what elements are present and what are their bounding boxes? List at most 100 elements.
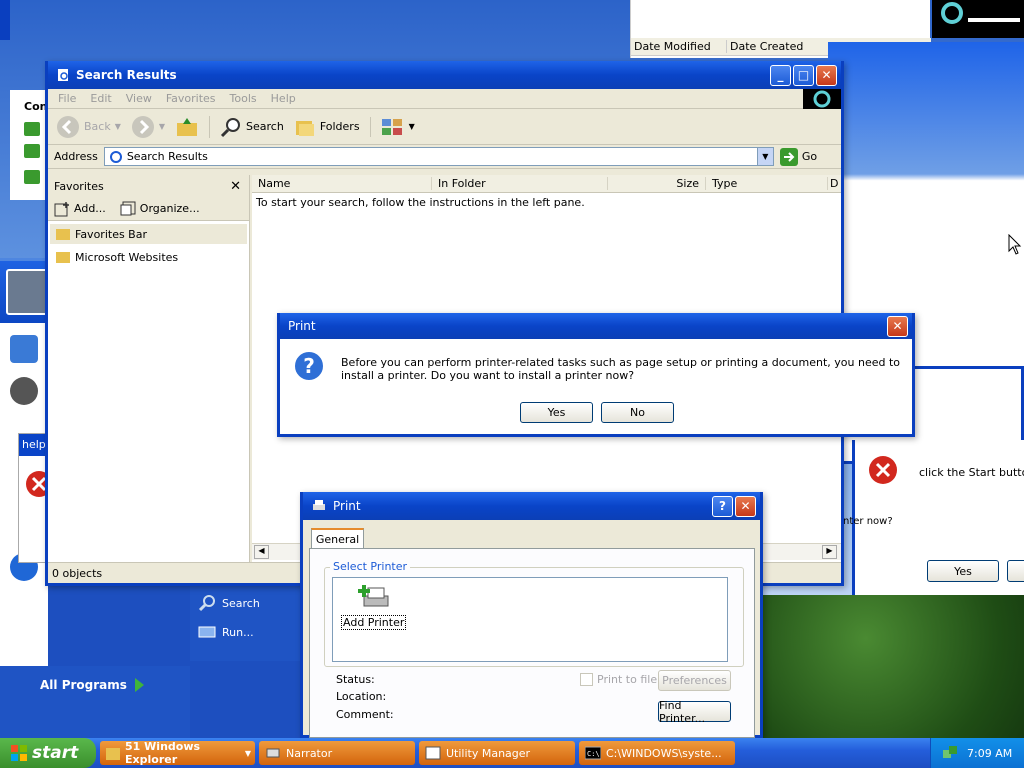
menu-tools[interactable]: Tools [230, 92, 257, 105]
explorer-title: Search Results [76, 68, 177, 82]
views-button[interactable]: ▼ [369, 116, 415, 137]
column-date-created[interactable]: Date Created [727, 40, 803, 53]
column-size[interactable]: Size [608, 177, 706, 190]
folder-up-icon [177, 117, 198, 136]
dropdown-arrow-icon[interactable]: ▼ [409, 122, 415, 131]
bg-con-label: Con [24, 100, 48, 113]
folder-icon [56, 252, 70, 263]
taskbar-item-command-prompt[interactable]: C:\ C:\WINDOWS\syste... [579, 741, 735, 765]
taskbar-item-narrator[interactable]: Narrator [259, 741, 415, 765]
dropdown-arrow-icon[interactable]: ▼ [159, 122, 165, 131]
program-icon[interactable] [10, 335, 38, 363]
no-button[interactable]: No [601, 402, 674, 423]
preferences-button[interactable]: Preferences [658, 670, 731, 691]
menu-view[interactable]: View [126, 92, 152, 105]
favorites-item[interactable]: Favorites Bar [50, 224, 247, 244]
add-favorite-icon [54, 201, 69, 216]
start-run-item[interactable]: Run... [198, 625, 254, 639]
folders-icon [295, 120, 314, 136]
go-button[interactable]: Go [779, 147, 817, 166]
column-in-folder[interactable]: In Folder [432, 177, 608, 190]
taskbar-item-windows-explorer[interactable]: 51 Windows Explorer ▼ [100, 740, 255, 766]
printer-icon [313, 500, 325, 510]
minimize-button[interactable]: _ [770, 64, 791, 86]
favorites-organize-button[interactable]: Organize... [120, 201, 200, 217]
add-printer-item[interactable]: Add Printer [341, 584, 407, 630]
address-input[interactable]: Search Results ▼ [103, 147, 774, 166]
print-to-file-label: Print to file [597, 673, 658, 686]
arrow-right-icon [134, 678, 144, 692]
close-button[interactable]: ✕ [816, 64, 837, 86]
close-icon[interactable]: ✕ [230, 179, 249, 194]
folders-button[interactable]: Folders [294, 116, 360, 138]
scroll-right-icon[interactable]: ▶ [822, 545, 837, 559]
address-label: Address [54, 150, 98, 163]
clock[interactable]: 7:09 AM [967, 747, 1012, 760]
start-search-item[interactable]: Search [198, 594, 260, 612]
favorites-item-label: Favorites Bar [75, 227, 147, 241]
printer-list[interactable]: Add Printer [332, 577, 728, 662]
run-icon [198, 626, 216, 638]
explorer-menubar: File Edit View Favorites Tools Help [48, 88, 841, 109]
all-programs-button[interactable]: All Programs [40, 677, 145, 693]
menu-edit[interactable]: Edit [90, 92, 111, 105]
favorites-add-button[interactable]: Add... [54, 201, 106, 217]
mouse-cursor-icon [1008, 234, 1022, 256]
network-icon[interactable] [941, 744, 959, 762]
bg-yes-button[interactable]: Yes [927, 560, 999, 582]
column-type[interactable]: Type [706, 177, 828, 190]
bg-black-panel [932, 0, 1024, 38]
column-name[interactable]: Name [252, 177, 432, 190]
forward-button[interactable]: ▼ [131, 115, 165, 139]
tab-general[interactable]: General [311, 528, 364, 548]
close-button[interactable]: ✕ [887, 315, 908, 337]
up-folder-button[interactable] [175, 116, 199, 138]
raccoon-icon[interactable] [10, 377, 38, 405]
find-printer-button[interactable]: Find Printer... [658, 699, 731, 725]
svg-text:C:\: C:\ [587, 750, 600, 758]
folder-icon [106, 748, 121, 760]
throbber-icon [941, 2, 1020, 24]
back-button[interactable]: Back ▼ [56, 115, 121, 139]
taskbar-item-label: Utility Manager [446, 746, 531, 760]
help-button[interactable]: ? [712, 495, 733, 517]
select-printer-label: Select Printer [330, 560, 411, 573]
taskbar-item-label: C:\WINDOWS\syste... [606, 746, 722, 760]
menu-help[interactable]: Help [271, 92, 296, 105]
print-dialog-titlebar[interactable]: Print ? ✕ [303, 492, 760, 520]
favorites-organize-label: Organize... [139, 202, 200, 215]
views-icon [381, 118, 402, 135]
yes-button[interactable]: Yes [520, 402, 593, 423]
taskbar-item-utility-manager[interactable]: Utility Manager [419, 741, 575, 765]
print-alert-body: ? Before you can perform printer-related… [280, 339, 912, 434]
favorites-item[interactable]: Microsoft Websites [50, 247, 247, 267]
start-button[interactable]: start [0, 738, 96, 768]
bg-error-dialog: click the Start button, a nter now? Yes [843, 440, 1024, 595]
print-alert-dialog: Print ✕ ? Before you can perform printer… [277, 313, 915, 437]
column-date[interactable]: D [828, 177, 838, 190]
favorites-toolbar: Add... Organize... [48, 197, 249, 221]
dropdown-arrow-icon[interactable]: ▼ [115, 122, 121, 131]
address-dropdown-button[interactable]: ▼ [756, 148, 773, 165]
close-button[interactable]: ✕ [735, 495, 756, 517]
search-button[interactable]: Search [209, 115, 284, 138]
column-date-modified[interactable]: Date Modified [631, 40, 727, 53]
organize-icon [120, 201, 136, 215]
maximize-button[interactable]: □ [793, 64, 814, 86]
search-icon [220, 117, 241, 137]
start-search-label: Search [222, 596, 260, 610]
print-to-file-checkbox[interactable]: Print to file [580, 673, 657, 686]
arrow-icon [24, 144, 40, 158]
menu-favorites[interactable]: Favorites [166, 92, 216, 105]
add-printer-label: Add Printer [341, 615, 407, 630]
print-dialog-title: Print [333, 499, 361, 513]
folders-label: Folders [319, 120, 360, 133]
explorer-titlebar[interactable]: Search Results _ □ ✕ [48, 61, 841, 89]
error-icon [26, 471, 47, 497]
bg-no-button[interactable] [1007, 560, 1024, 582]
scroll-left-icon[interactable]: ◀ [254, 545, 269, 559]
menu-file[interactable]: File [58, 92, 76, 105]
add-printer-icon [357, 585, 389, 607]
address-value: Search Results [126, 150, 208, 163]
print-alert-titlebar[interactable]: Print ✕ [280, 313, 912, 339]
